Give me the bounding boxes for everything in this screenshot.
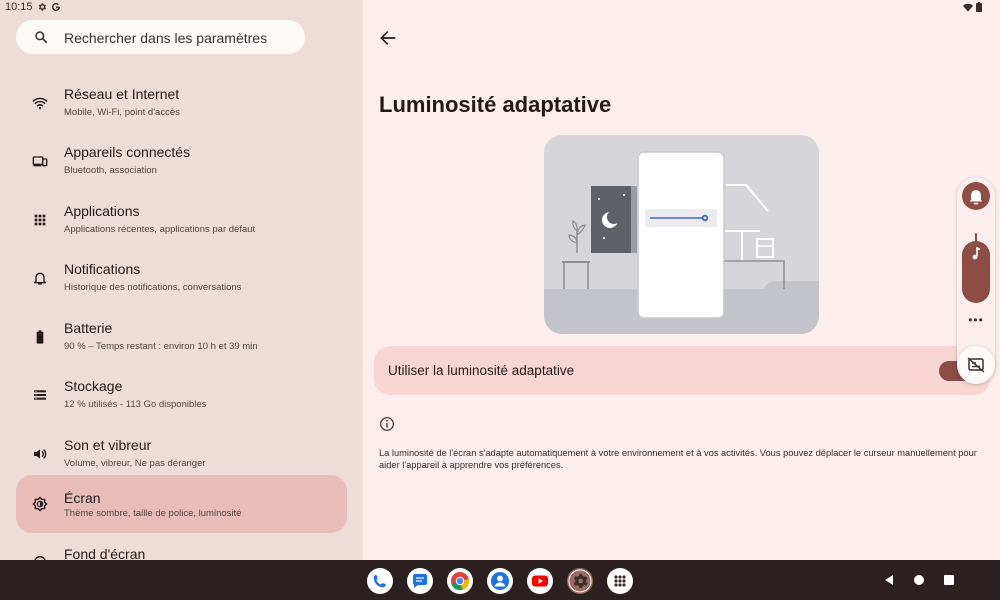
sidebar-item-subtitle: Thème sombre, taille de police, luminosi… bbox=[64, 508, 242, 519]
nav-back-icon[interactable] bbox=[882, 573, 896, 587]
status-time: 10:15 bbox=[5, 1, 33, 13]
sidebar-item-title: Réseau et Internet bbox=[64, 86, 180, 102]
volume-icon bbox=[34, 449, 47, 459]
search-placeholder: Rechercher dans les paramètres bbox=[64, 30, 268, 46]
captions-off-icon bbox=[967, 357, 985, 373]
sidebar-item-subtitle: 12 % utilisés - 113 Go disponibles bbox=[64, 399, 207, 410]
sidebar-item-title: Appareils connectés bbox=[64, 144, 191, 160]
sidebar-item-subtitle: Bluetooth, association bbox=[64, 165, 157, 176]
sidebar-item-title: Notifications bbox=[64, 261, 141, 277]
sidebar-item-title: Écran bbox=[64, 490, 101, 506]
taskbar-app-contacts[interactable] bbox=[487, 568, 513, 594]
search-bar[interactable]: Rechercher dans les paramètres bbox=[16, 20, 305, 54]
settings-icon bbox=[568, 569, 592, 593]
taskbar-app-settings[interactable] bbox=[567, 568, 593, 594]
wifi-status-icon bbox=[963, 3, 973, 12]
status-bar: 10:15 bbox=[0, 0, 1000, 16]
sidebar-item-subtitle: Mobile, Wi-Fi, point d'accès bbox=[64, 107, 180, 118]
music-note-icon bbox=[972, 247, 980, 260]
google-icon bbox=[51, 3, 60, 11]
sidebar-item-network[interactable]: Réseau et Internet Mobile, Wi-Fi, point … bbox=[16, 74, 347, 132]
brightness-icon bbox=[32, 496, 48, 512]
battery-icon bbox=[36, 330, 44, 344]
sidebar-item-subtitle: Applications récentes, applications par … bbox=[64, 224, 256, 235]
media-volume-slider[interactable] bbox=[962, 241, 990, 303]
info-icon bbox=[380, 417, 394, 431]
sidebar-item-notifications[interactable]: Notifications Historique des notificatio… bbox=[16, 249, 347, 307]
sidebar-item-subtitle: Volume, vibreur, Ne pas déranger bbox=[64, 458, 206, 469]
search-icon bbox=[35, 31, 48, 44]
sidebar-item-wallpaper[interactable]: Fond d'écran bbox=[16, 534, 347, 560]
sidebar-item-title: Son et vibreur bbox=[64, 437, 152, 453]
bell-icon bbox=[969, 190, 983, 205]
toggle-label: Utiliser la luminosité adaptative bbox=[388, 363, 575, 378]
page-title: Luminosité adaptative bbox=[379, 92, 612, 117]
taskbar-app-phone[interactable] bbox=[367, 568, 393, 594]
contacts-icon bbox=[491, 572, 509, 590]
sidebar-item-title: Batterie bbox=[64, 320, 113, 336]
description-text: La luminosité de l'écran s'adapte automa… bbox=[379, 448, 977, 470]
wifi-icon bbox=[32, 97, 48, 110]
settings-sidebar: Rechercher dans les paramètres Réseau et… bbox=[0, 0, 363, 560]
ringer-mode-button[interactable] bbox=[962, 182, 990, 210]
taskbar-app-youtube[interactable] bbox=[527, 568, 553, 594]
battery-status-icon bbox=[976, 2, 982, 12]
chrome-icon bbox=[451, 572, 470, 591]
sidebar-item-subtitle: 90 % – Temps restant : environ 10 h et 3… bbox=[64, 341, 258, 352]
back-arrow-icon[interactable] bbox=[378, 28, 398, 48]
sidebar-item-applications[interactable]: Applications Applications récentes, appl… bbox=[16, 191, 347, 249]
live-caption-button[interactable] bbox=[957, 346, 995, 384]
taskbar-app-chrome[interactable] bbox=[447, 568, 473, 594]
adaptive-brightness-illustration bbox=[544, 135, 819, 334]
nav-home-icon[interactable] bbox=[912, 573, 926, 587]
sidebar-item-display[interactable]: Écran Thème sombre, taille de police, lu… bbox=[16, 475, 347, 533]
sidebar-item-subtitle: Historique des notifications, conversati… bbox=[64, 282, 242, 293]
adaptive-brightness-toggle-row[interactable]: Utiliser la luminosité adaptative bbox=[374, 346, 990, 395]
taskbar-app-drawer[interactable] bbox=[607, 568, 633, 594]
storage-icon bbox=[34, 390, 46, 400]
devices-icon bbox=[32, 156, 48, 167]
taskbar bbox=[0, 560, 1000, 600]
sidebar-item-title: Fond d'écran bbox=[64, 546, 146, 560]
phone-icon bbox=[373, 575, 386, 588]
apps-grid-icon bbox=[34, 214, 46, 226]
messages-icon bbox=[413, 574, 427, 588]
nav-recents-icon[interactable] bbox=[942, 573, 956, 587]
volume-more-options[interactable]: ••• bbox=[966, 313, 986, 329]
sidebar-item-connected-devices[interactable]: Appareils connectés Bluetooth, associati… bbox=[16, 132, 347, 190]
youtube-icon bbox=[532, 575, 548, 587]
sidebar-item-title: Applications bbox=[64, 203, 140, 219]
app-drawer-icon bbox=[614, 575, 626, 587]
sidebar-item-battery[interactable]: Batterie 90 % – Temps restant : environ … bbox=[16, 308, 347, 366]
taskbar-app-messages[interactable] bbox=[407, 568, 433, 594]
bell-icon bbox=[34, 272, 46, 285]
sidebar-item-storage[interactable]: Stockage 12 % utilisés - 113 Go disponib… bbox=[16, 366, 347, 424]
gear-icon bbox=[38, 3, 46, 11]
sidebar-item-title: Stockage bbox=[64, 378, 123, 394]
